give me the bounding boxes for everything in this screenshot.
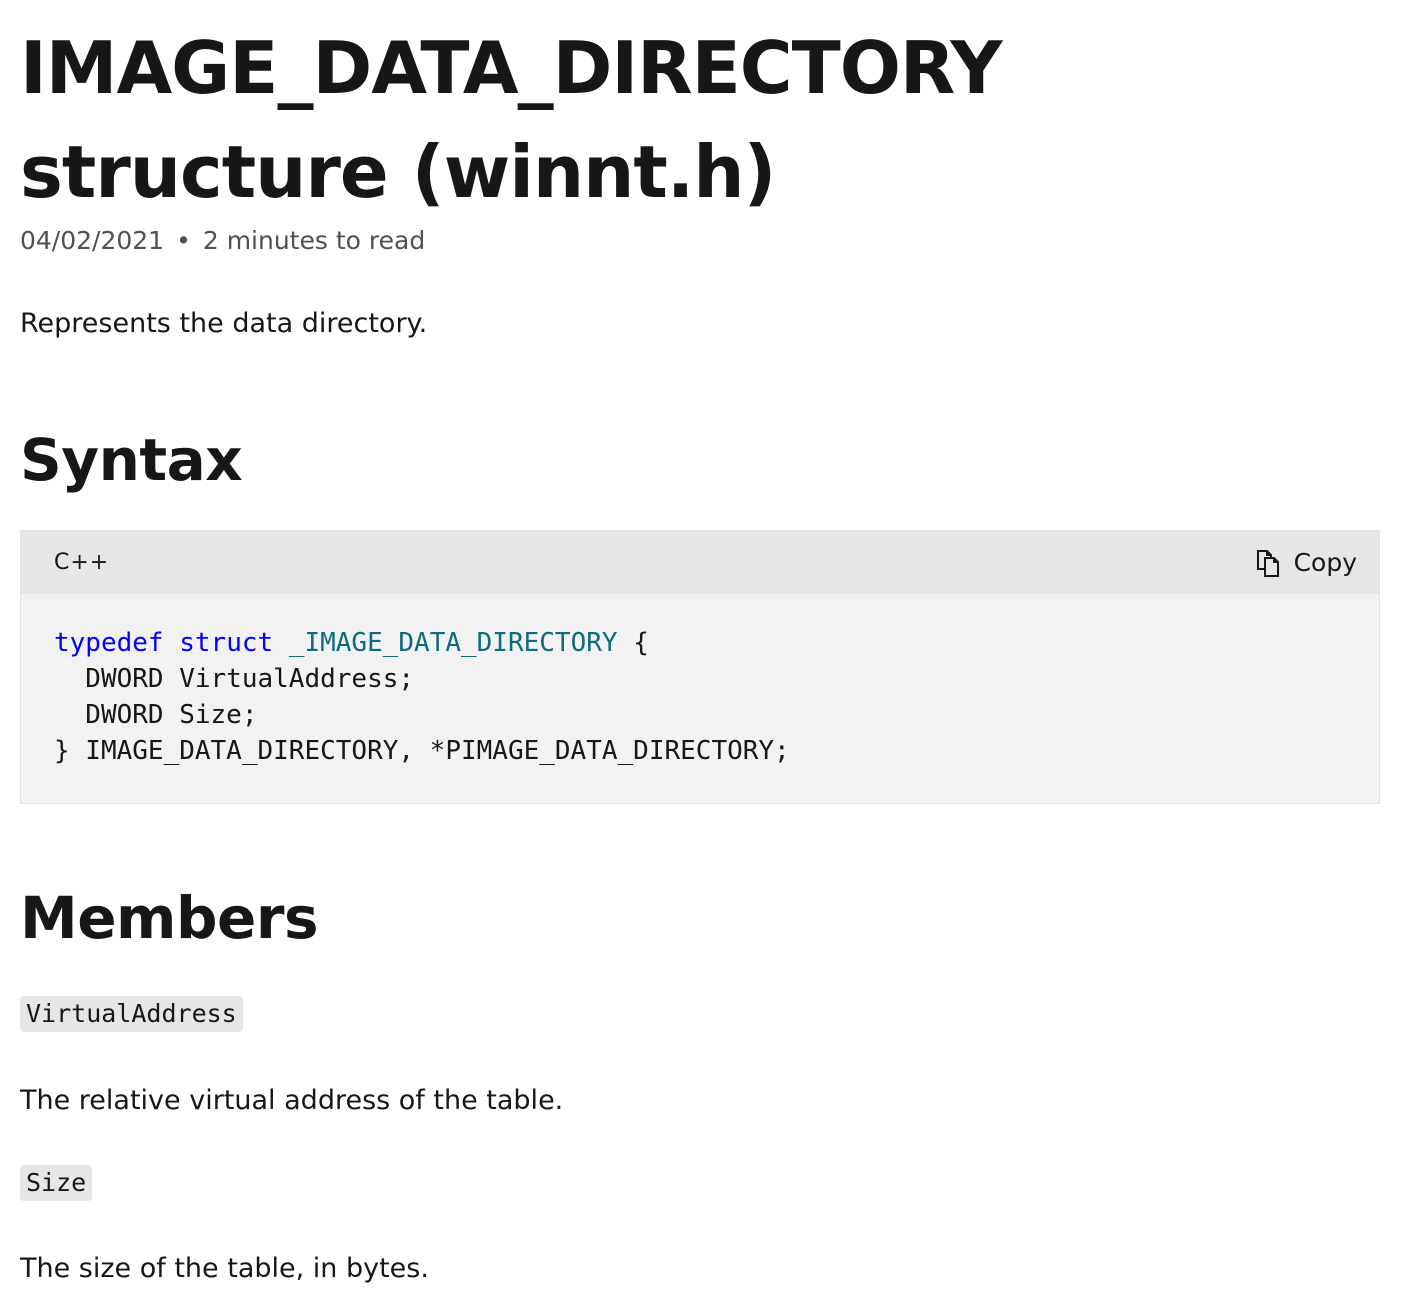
code-content: typedef struct _IMAGE_DATA_DIRECTORY { D… [54,625,790,769]
copy-button[interactable]: Copy [1254,545,1357,581]
copy-icon [1256,550,1279,577]
code-keyword: typedef [54,628,164,658]
copy-button-label: Copy [1293,548,1357,577]
code-line: DWORD VirtualAddress; [54,664,415,694]
article-metadata: 04/02/2021 • 2 minutes to read [20,224,425,258]
code-line: } IMAGE_DATA_DIRECTORY, *PIMAGE_DATA_DIR… [54,736,790,766]
member-description: The size of the table, in bytes. [20,1253,429,1284]
code-line: DWORD Size; [54,700,258,730]
code-type-name: _IMAGE_DATA_DIRECTORY [288,628,618,658]
code-keyword: struct [179,628,274,658]
code-block-header: C++ Copy [21,531,1379,594]
member-name: Size [20,1165,93,1201]
article-summary: Represents the data directory. [20,308,428,339]
members-heading: Members [20,884,318,952]
member-name: VirtualAddress [20,996,243,1032]
syntax-heading: Syntax [20,426,243,494]
member-description: The relative virtual address of the tabl… [20,1085,564,1116]
code-language-label: C++ [54,550,110,575]
code-text: { [617,628,649,658]
page-title: IMAGE_DATA_DIRECTORY structure (winnt.h) [20,26,1003,214]
article-date: 04/02/2021 [20,226,165,255]
read-time: 2 minutes to read [202,226,426,255]
code-block: C++ Copy typedef struct _IMAGE_DATA_DIRE… [20,530,1380,804]
meta-separator: • [176,226,191,255]
